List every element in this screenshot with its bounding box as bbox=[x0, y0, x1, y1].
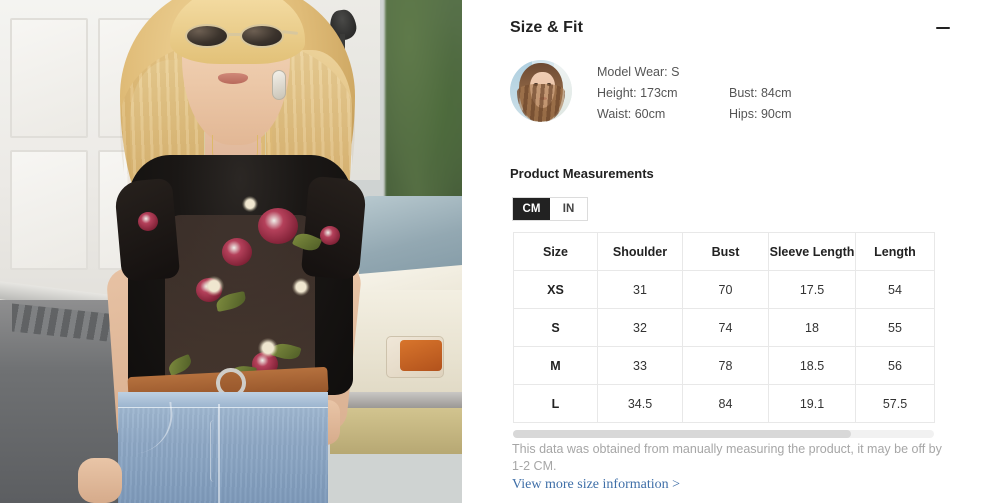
car-turn-signal bbox=[400, 340, 442, 371]
column-header-shoulder: Shoulder bbox=[597, 232, 683, 271]
model-hips-label: Hips: 90cm bbox=[729, 107, 792, 121]
car-bumper bbox=[330, 392, 462, 408]
column-header-bust: Bust bbox=[682, 232, 769, 271]
model-info-block: Model Wear: S Height: 173cm Bust: 84cm W… bbox=[510, 60, 849, 125]
floral-embroidery-white-flower bbox=[242, 196, 258, 212]
scrollbar-thumb[interactable] bbox=[513, 430, 851, 438]
cell-size: S bbox=[513, 308, 598, 347]
product-size-fit-screen: Size & Fit Model Wear: S Height: 173cm B… bbox=[0, 0, 1000, 503]
floral-embroidery-white-flower bbox=[204, 276, 224, 296]
size-chart-container[interactable]: Size Shoulder Bust Sleeve Length Length … bbox=[513, 232, 935, 432]
page-title: Size & Fit bbox=[510, 19, 584, 36]
column-header-sleeve-length: Sleeve Length bbox=[768, 232, 856, 271]
column-header-size: Size bbox=[513, 232, 598, 271]
unit-option-cm[interactable]: CM bbox=[513, 198, 550, 220]
cell-length: 54 bbox=[855, 270, 935, 309]
view-more-size-information-link[interactable]: View more size information > bbox=[512, 477, 680, 493]
table-horizontal-scrollbar[interactable] bbox=[513, 430, 934, 438]
table-header-row: Size Shoulder Bust Sleeve Length Length bbox=[513, 232, 935, 271]
model-height-label: Height: 173cm bbox=[597, 86, 678, 100]
floral-embroidery-rose bbox=[258, 208, 298, 244]
model-spec-row: Model Wear: S bbox=[597, 62, 849, 83]
cell-sleeve-length: 18.5 bbox=[768, 346, 856, 385]
cell-shoulder: 32 bbox=[597, 308, 683, 347]
jeans-fly bbox=[210, 420, 228, 482]
table-row: M 33 78 18.5 56 bbox=[513, 346, 935, 385]
cell-sleeve-length: 17.5 bbox=[768, 270, 856, 309]
sunglasses-icon bbox=[183, 22, 299, 48]
size-and-fit-panel: Size & Fit Model Wear: S Height: 173cm B… bbox=[462, 0, 1000, 503]
cell-bust: 70 bbox=[682, 270, 769, 309]
model-left-hand bbox=[78, 458, 122, 503]
table-row: L 34.5 84 19.1 57.5 bbox=[513, 384, 935, 423]
size-fit-section-header[interactable]: Size & Fit bbox=[462, 0, 1000, 56]
car-lower-panel bbox=[330, 408, 462, 454]
cell-sleeve-length: 19.1 bbox=[768, 384, 856, 423]
avatar bbox=[510, 60, 572, 122]
cell-size: L bbox=[513, 384, 598, 423]
cell-size: M bbox=[513, 346, 598, 385]
cell-bust: 78 bbox=[682, 346, 769, 385]
cell-shoulder: 33 bbox=[597, 346, 683, 385]
table-row: XS 31 70 17.5 54 bbox=[513, 270, 935, 309]
size-chart-table: Size Shoulder Bust Sleeve Length Length … bbox=[513, 232, 935, 423]
unit-toggle[interactable]: CM IN bbox=[512, 197, 588, 221]
model-specs: Model Wear: S Height: 173cm Bust: 84cm W… bbox=[597, 60, 849, 125]
model-waist-label: Waist: 60cm bbox=[597, 107, 666, 121]
cell-size: XS bbox=[513, 270, 598, 309]
cell-length: 57.5 bbox=[855, 384, 935, 423]
floral-embroidery-rose bbox=[138, 212, 158, 231]
model-spec-row: Waist: 60cm Hips: 90cm bbox=[597, 104, 849, 125]
measurement-disclaimer: This data was obtained from manually mea… bbox=[512, 442, 942, 473]
cell-bust: 84 bbox=[682, 384, 769, 423]
model-spec-row: Height: 173cm Bust: 84cm bbox=[597, 83, 849, 104]
cell-length: 55 bbox=[855, 308, 935, 347]
cell-length: 56 bbox=[855, 346, 935, 385]
column-header-length: Length bbox=[855, 232, 935, 271]
model-wear-label: Model Wear: S bbox=[597, 65, 680, 79]
floral-embroidery-rose bbox=[222, 238, 252, 266]
cell-shoulder: 31 bbox=[597, 270, 683, 309]
cell-bust: 74 bbox=[682, 308, 769, 347]
model-bust-label: Bust: 84cm bbox=[729, 86, 792, 100]
cell-shoulder: 34.5 bbox=[597, 384, 683, 423]
model-earring bbox=[272, 70, 286, 100]
floral-embroidery-white-flower bbox=[292, 278, 310, 296]
floral-embroidery-rose bbox=[320, 226, 340, 245]
product-image[interactable] bbox=[0, 0, 462, 503]
unit-option-in[interactable]: IN bbox=[550, 198, 587, 220]
floral-embroidery-white-flower bbox=[258, 338, 278, 358]
product-measurements-title: Product Measurements bbox=[510, 166, 654, 181]
cell-sleeve-length: 18 bbox=[768, 308, 856, 347]
minus-icon[interactable] bbox=[936, 21, 950, 35]
table-row: S 32 74 18 55 bbox=[513, 308, 935, 347]
